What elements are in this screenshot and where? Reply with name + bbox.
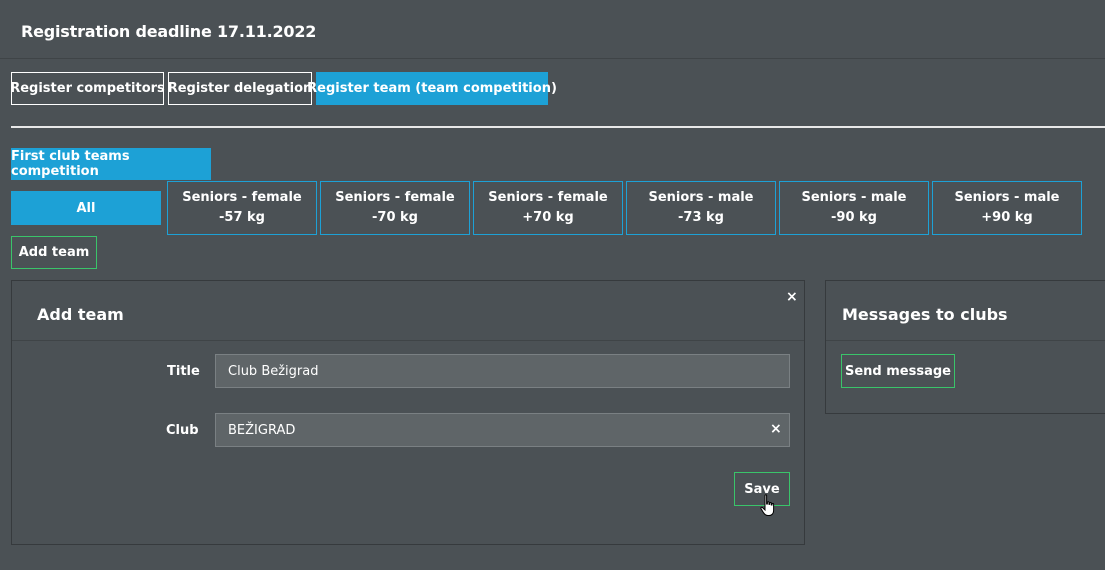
category-all-button[interactable]: All — [11, 191, 161, 225]
clear-icon[interactable]: × — [770, 421, 782, 437]
title-input[interactable] — [215, 354, 790, 388]
category-name: Seniors - female — [335, 190, 455, 205]
panel-title: Messages to clubs — [842, 305, 1008, 324]
category-name: Seniors - female — [182, 190, 302, 205]
category-weight: -90 kg — [831, 210, 877, 225]
tab-first-club-teams-competition[interactable]: First club teams competition — [11, 148, 211, 180]
hand-pointer-icon — [760, 494, 775, 516]
category-button[interactable]: Seniors - male +90 kg — [932, 181, 1082, 235]
category-weight: +70 kg — [522, 210, 574, 225]
title-label: Title — [167, 364, 200, 379]
club-select[interactable]: BEŽIGRAD — [215, 413, 790, 447]
tab-register-competitors[interactable]: Register competitors — [10, 72, 165, 105]
send-message-button[interactable]: Send message — [841, 354, 955, 388]
page: Registration deadline 17.11.2022 Registe… — [0, 0, 1105, 570]
category-button[interactable]: Seniors - male -90 kg — [779, 181, 929, 235]
category-button[interactable]: Seniors - female -57 kg — [167, 181, 317, 235]
add-team-button[interactable]: Add team — [11, 236, 97, 269]
panel-title: Add team — [37, 305, 124, 324]
category-name: Seniors - male — [954, 190, 1060, 205]
category-name: Seniors - male — [801, 190, 907, 205]
club-selected-value: BEŽIGRAD — [228, 422, 296, 438]
club-label: Club — [166, 423, 199, 438]
category-weight: +90 kg — [981, 210, 1033, 225]
category-button[interactable]: Seniors - male -73 kg — [626, 181, 776, 235]
page-title: Registration deadline 17.11.2022 — [21, 22, 317, 41]
panel-header: Add team — [12, 281, 804, 341]
add-team-panel: Add team × Title Club BEŽIGRAD × Save — [11, 280, 805, 545]
close-icon[interactable]: × — [786, 289, 798, 305]
category-button[interactable]: Seniors - female -70 kg — [320, 181, 470, 235]
messages-panel: Messages to clubs Send message — [825, 280, 1105, 414]
category-name: Seniors - male — [648, 190, 754, 205]
tab-register-delegation[interactable]: Register delegation — [168, 72, 312, 105]
category-button[interactable]: Seniors - female +70 kg — [473, 181, 623, 235]
panel-header: Messages to clubs — [826, 281, 1105, 341]
category-name: Seniors - female — [488, 190, 608, 205]
category-weight: -57 kg — [219, 210, 265, 225]
page-header: Registration deadline 17.11.2022 — [0, 0, 1105, 59]
divider — [11, 126, 1105, 128]
tab-register-team[interactable]: Register team (team competition) — [307, 72, 557, 105]
category-weight: -70 kg — [372, 210, 418, 225]
category-weight: -73 kg — [678, 210, 724, 225]
